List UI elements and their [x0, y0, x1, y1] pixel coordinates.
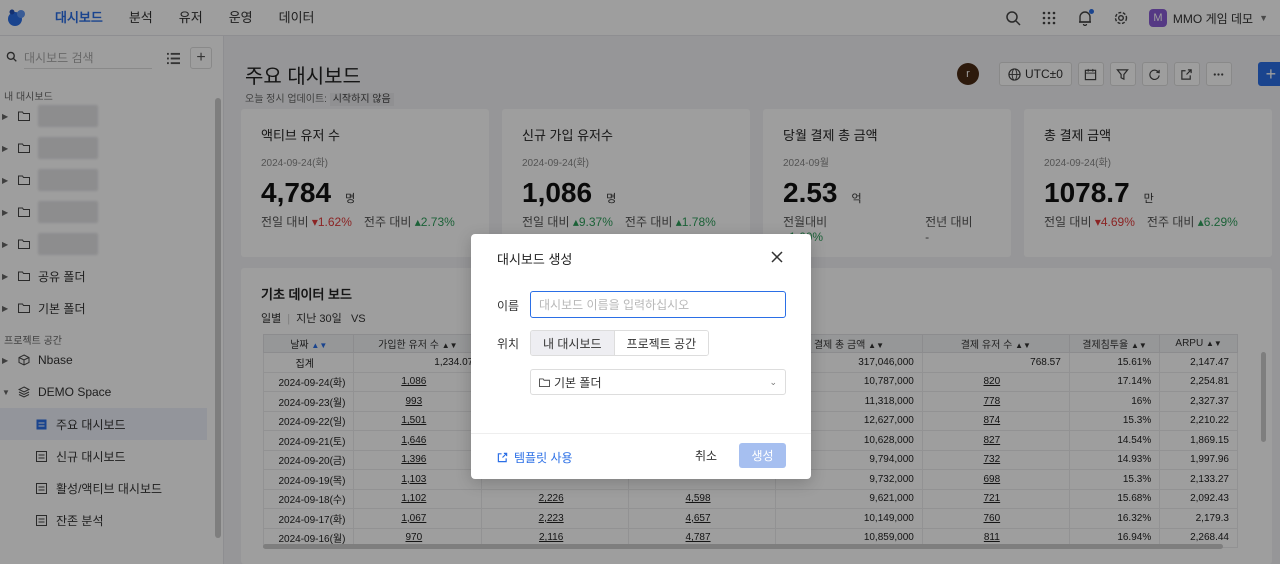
folder-icon: [539, 377, 550, 387]
location-label: 위치: [497, 337, 520, 351]
segment-my-dashboard[interactable]: 내 대시보드: [531, 331, 614, 355]
dialog-title: 대시보드 생성: [497, 252, 573, 267]
template-link-label: 템플릿 사용: [514, 451, 573, 465]
chevron-down-icon: ⌄: [769, 376, 777, 387]
external-link-icon: [497, 452, 508, 463]
cancel-button[interactable]: 취소: [691, 443, 721, 468]
segment-project-space[interactable]: 프로젝트 공간: [613, 331, 709, 355]
folder-select-value: 기본 폴더: [554, 375, 602, 390]
folder-select[interactable]: 기본 폴더 ⌄: [530, 369, 786, 395]
create-dashboard-dialog: 대시보드 생성 이름 위치 내 대시보드 프로젝트 공간 기본 폴더 ⌄ 템플릿…: [471, 234, 811, 479]
dialog-divider: [471, 433, 811, 434]
use-template-link[interactable]: 템플릿 사용: [497, 449, 573, 466]
create-button[interactable]: 생성: [739, 443, 786, 468]
dashboard-name-input[interactable]: [530, 291, 786, 318]
location-segmented-control: 내 대시보드 프로젝트 공간: [530, 330, 710, 356]
close-icon[interactable]: [771, 251, 785, 265]
name-label: 이름: [497, 299, 520, 313]
